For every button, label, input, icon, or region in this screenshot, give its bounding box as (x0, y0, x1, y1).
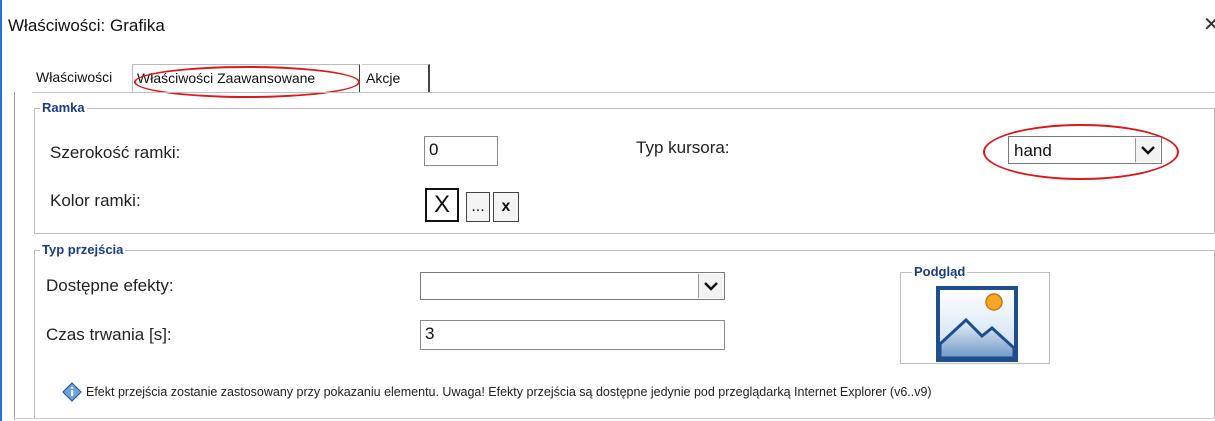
cursor-type-select[interactable]: hand (1008, 136, 1162, 164)
window-title: Właściwości: Grafika (8, 16, 165, 35)
cursor-type-value: hand (1014, 141, 1052, 160)
group-ramka-legend: Ramka (40, 100, 87, 115)
group-typ-przejscia-legend: Typ przejścia (40, 242, 126, 257)
group-ramka (34, 108, 1215, 234)
chevron-down-icon[interactable] (1135, 138, 1160, 162)
effects-select[interactable] (420, 272, 725, 300)
chevron-down-icon[interactable] (698, 274, 723, 298)
tab-akcje[interactable]: Akcje (362, 64, 430, 92)
color-clear-button[interactable]: x (493, 192, 519, 222)
duration-input[interactable]: 3 (420, 320, 725, 350)
close-icon[interactable]: ✕ (1203, 12, 1215, 37)
cursor-type-label: Typ kursora: (636, 138, 730, 157)
border-width-label: Szerokość ramki: (50, 143, 181, 162)
info-row: Efekt przejścia zostanie zastosowany prz… (62, 382, 932, 402)
panel-bottom-line (14, 418, 1215, 419)
color-pick-button[interactable]: ... (466, 192, 490, 222)
tab-wlasciwosci-zaawansowane[interactable]: Właściwości Zaawansowane (132, 64, 360, 92)
image-icon (936, 286, 1018, 362)
duration-label: Czas trwania [s]: (46, 325, 172, 344)
window-border (0, 0, 2, 421)
border-color-swatch[interactable]: X (425, 188, 459, 222)
info-text: Efekt przejścia zostanie zastosowany prz… (86, 385, 932, 399)
tab-wlasciwosci[interactable]: Właściwości (32, 64, 132, 92)
effects-label: Dostępne efekty: (46, 276, 174, 295)
preview-legend: Podgląd (912, 264, 968, 279)
info-diamond-icon (62, 382, 82, 402)
border-width-input[interactable]: 0 (424, 136, 498, 166)
border-color-label: Kolor ramki: (50, 191, 141, 210)
